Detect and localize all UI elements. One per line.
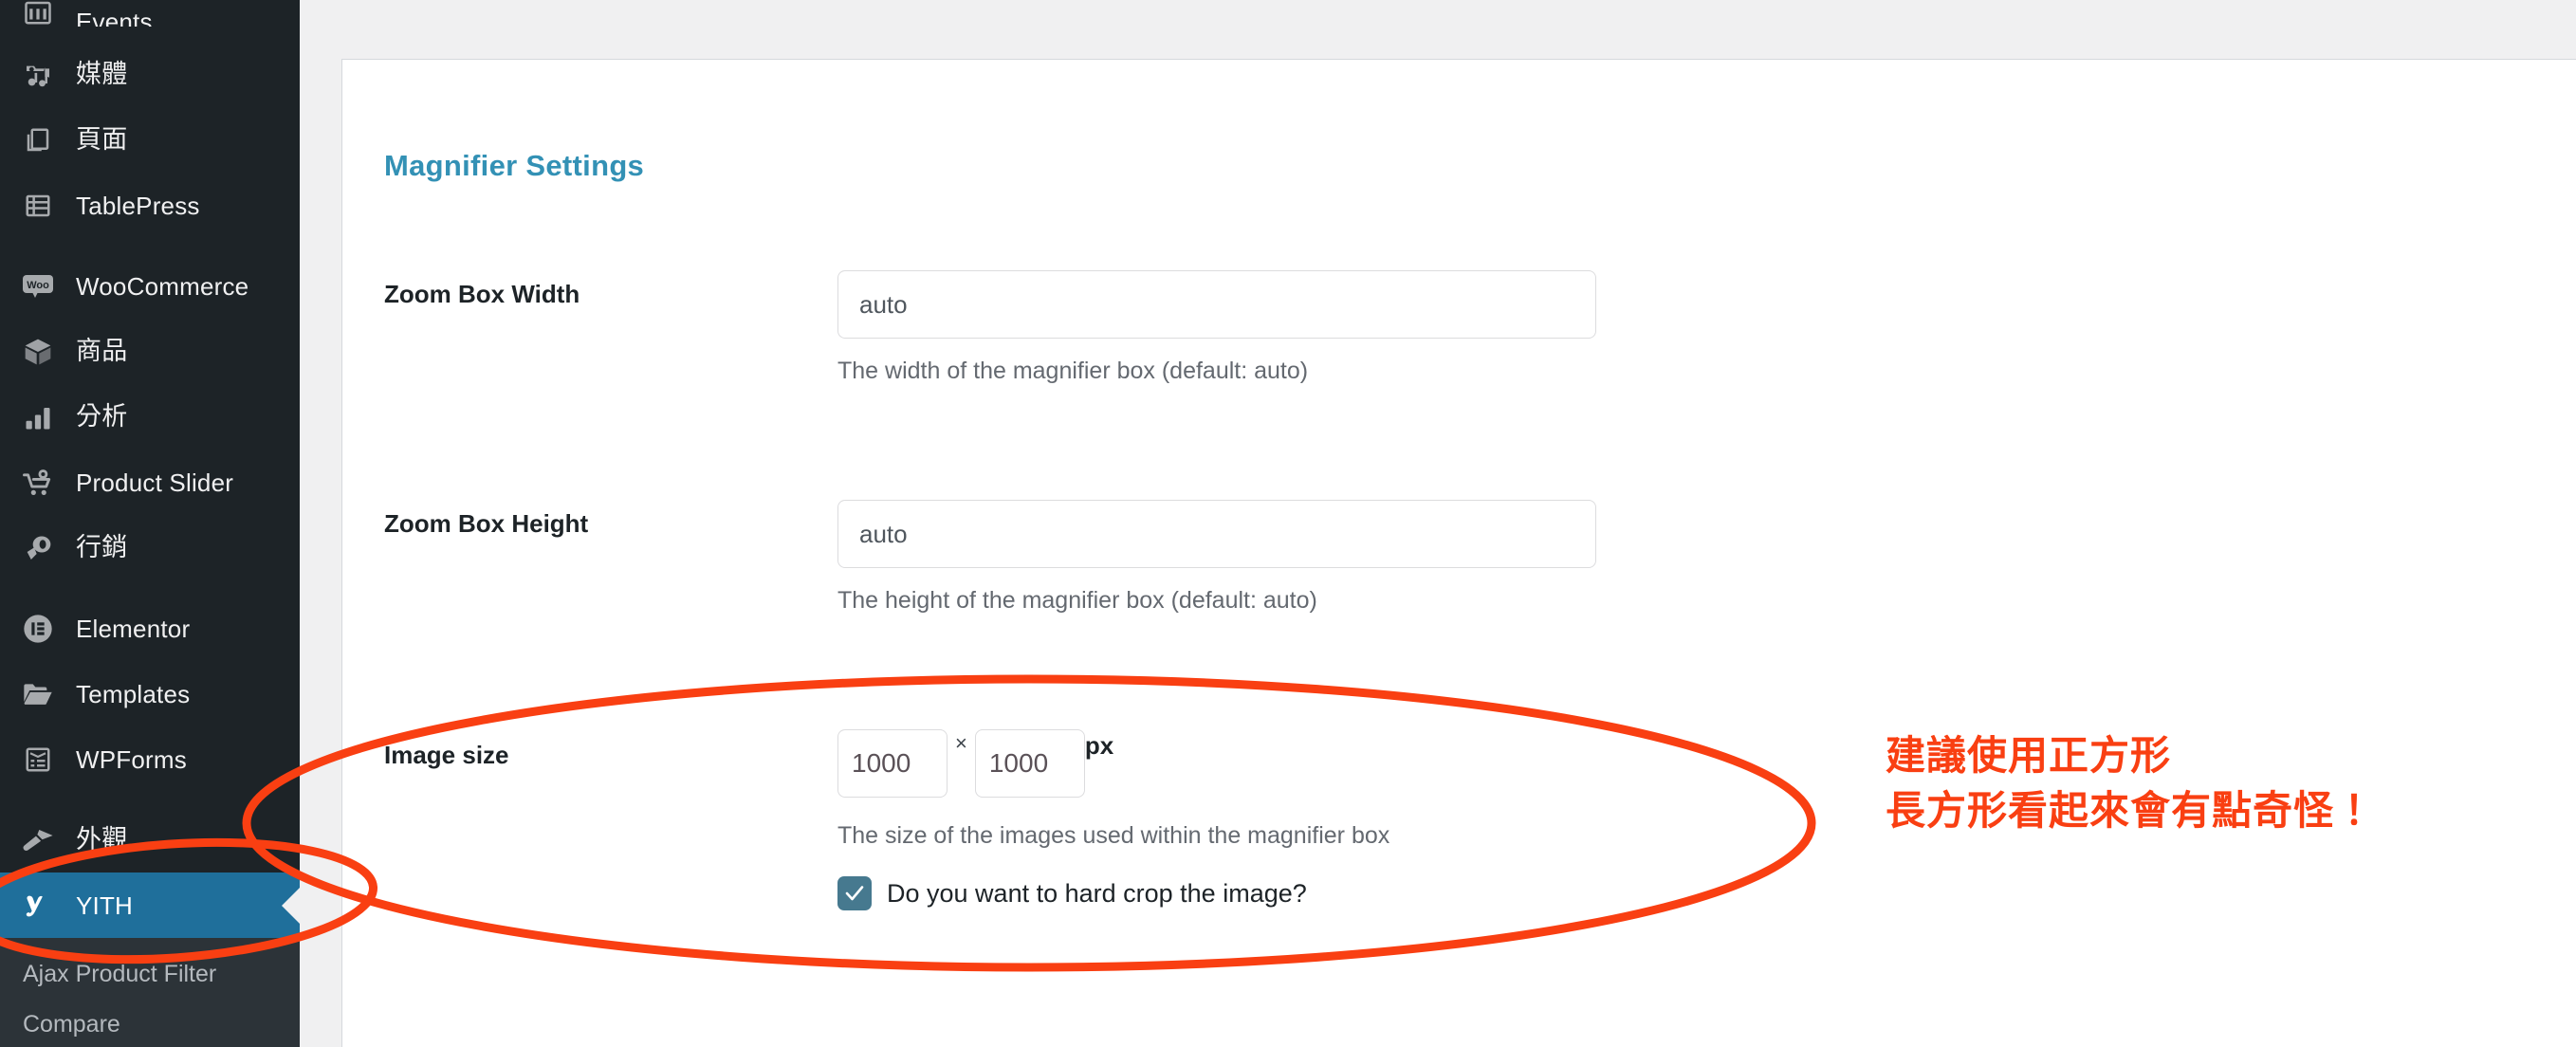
zoom-box-height-helper: The height of the magnifier box (default… (837, 587, 1317, 614)
sidebar-item-templates[interactable]: Templates (0, 661, 300, 726)
image-size-helper: The size of the images used within the m… (837, 822, 1390, 849)
elementor-icon (17, 610, 59, 648)
sidebar-item-products[interactable]: 商品 (0, 319, 300, 384)
annotation-note-line-2: 長方形看起來會有點奇怪！ (1886, 787, 2376, 834)
yith-logo-icon (17, 887, 59, 925)
sidebar-item-label: 外觀 (76, 825, 128, 854)
sidebar-item-label: 頁面 (76, 125, 128, 155)
screen-root: Events 媒體 頁面 TablePress Woo WooCommerce … (0, 0, 2576, 1047)
table-icon (17, 187, 59, 225)
sidebar-item-events[interactable]: Events (0, 0, 300, 27)
sidebar-item-label: Events (76, 8, 153, 27)
sidebar-item-woocommerce[interactable]: Woo WooCommerce (0, 253, 300, 319)
zoom-box-height-label: Zoom Box Height (384, 509, 589, 538)
sidebar-item-pages[interactable]: 頁面 (0, 107, 300, 173)
zoom-box-width-label: Zoom Box Width (384, 280, 580, 308)
zoom-box-width-helper: The width of the magnifier box (default:… (837, 358, 1309, 384)
megaphone-icon (17, 529, 59, 567)
size-unit-label: px (1084, 731, 1114, 760)
sidebar-item-label: Templates (76, 679, 191, 708)
annotation-note-line-1: 建議使用正方形 (1886, 732, 2172, 779)
sidebar-item-analytics[interactable]: 分析 (0, 384, 300, 450)
hard-crop-checkbox[interactable] (837, 876, 872, 910)
sidebar-item-label: 分析 (76, 402, 128, 432)
settings-panel: Magnifier Settings Zoom Box Width The wi… (341, 59, 2576, 1047)
submenu-item-ajax-product-filter[interactable]: Ajax Product Filter (0, 951, 300, 1001)
image-size-label: Image size (384, 741, 509, 769)
image-size-inputs: × px (837, 729, 1389, 798)
admin-sidebar: Events 媒體 頁面 TablePress Woo WooCommerce … (0, 0, 300, 1047)
size-separator: × (955, 731, 967, 755)
image-height-input[interactable] (974, 729, 1085, 798)
sidebar-item-label: 行銷 (76, 533, 128, 562)
zoom-box-height-input[interactable] (837, 500, 1596, 568)
sidebar-item-wpforms[interactable]: WPForms (0, 726, 300, 792)
sidebar-item-label: 媒體 (76, 60, 128, 89)
image-size-control: × px The size of the images used within … (837, 729, 1389, 910)
sidebar-item-label: YITH (76, 891, 134, 920)
media-icon (17, 56, 59, 94)
sidebar-item-label: WPForms (76, 744, 187, 774)
sidebar-item-appearance[interactable]: 外觀 (0, 807, 300, 872)
submenu-item-compare[interactable]: Compare (0, 1001, 300, 1047)
product-box-icon (17, 333, 59, 371)
image-width-input[interactable] (837, 729, 948, 798)
cart-gear-icon (17, 464, 59, 502)
hard-crop-checkbox-row[interactable]: Do you want to hard crop the image? (837, 876, 1389, 910)
sidebar-item-label: 商品 (76, 337, 128, 366)
svg-text:Woo: Woo (27, 280, 49, 291)
sidebar-item-label: TablePress (76, 191, 200, 220)
woo-icon: Woo (17, 267, 59, 305)
paintbrush-icon (17, 821, 59, 859)
zoom-box-width-control: The width of the magnifier box (default:… (837, 270, 1596, 385)
check-icon (845, 886, 864, 901)
main-content: Magnifier Settings Zoom Box Width The wi… (300, 0, 2576, 1047)
sidebar-item-label: Product Slider (76, 468, 234, 497)
sidebar-item-marketing[interactable]: 行銷 (0, 515, 300, 580)
calendar-icon (17, 0, 59, 27)
pages-icon (17, 121, 59, 159)
yith-submenu: Ajax Product Filter Compare (0, 938, 300, 1047)
sidebar-item-product-slider[interactable]: Product Slider (0, 450, 300, 515)
sidebar-item-media[interactable]: 媒體 (0, 42, 300, 107)
page-title: Magnifier Settings (384, 148, 645, 182)
form-icon (17, 741, 59, 779)
zoom-box-width-input[interactable] (837, 270, 1596, 339)
hard-crop-checkbox-label: Do you want to hard crop the image? (887, 878, 1307, 908)
sidebar-item-yith[interactable]: YITH (0, 872, 300, 938)
zoom-box-height-control: The height of the magnifier box (default… (837, 500, 1596, 615)
sidebar-item-label: Elementor (76, 614, 191, 643)
sidebar-item-tablepress[interactable]: TablePress (0, 173, 300, 238)
sidebar-item-elementor[interactable]: Elementor (0, 596, 300, 661)
folder-icon (17, 675, 59, 713)
sidebar-item-label: WooCommerce (76, 271, 249, 301)
analytics-bar-icon (17, 398, 59, 436)
